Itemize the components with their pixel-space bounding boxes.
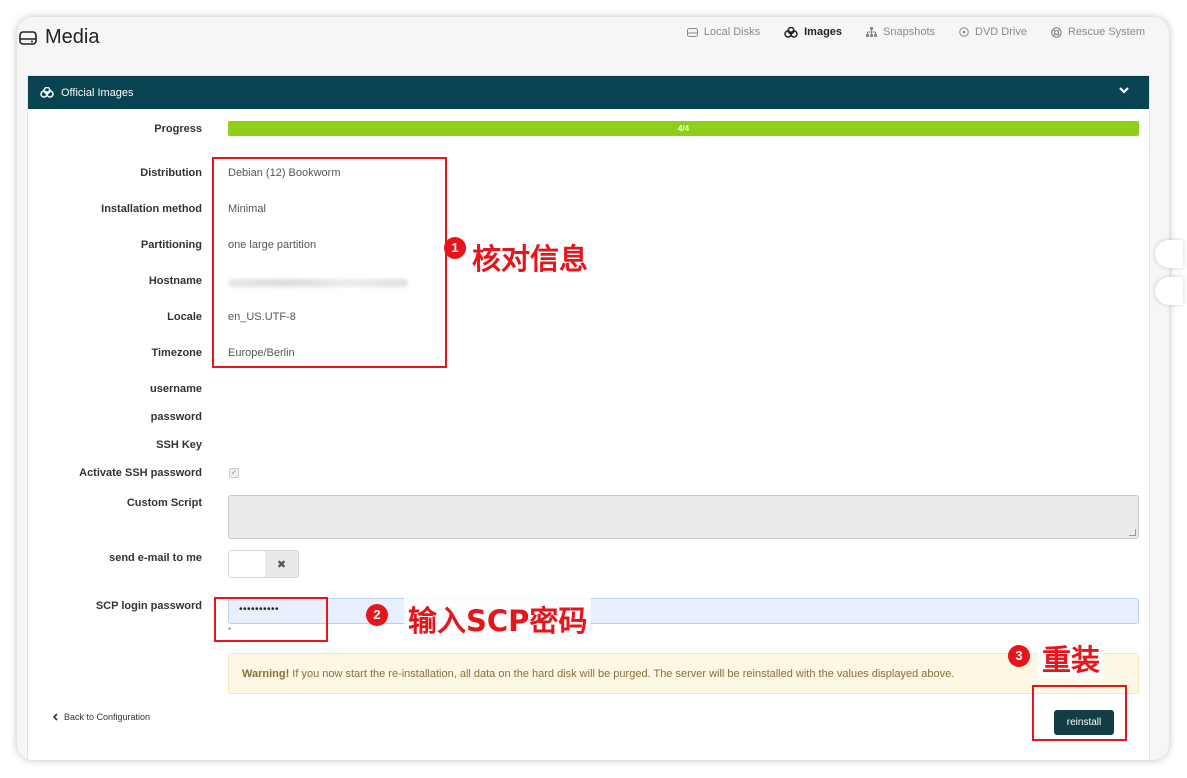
side-widget-grid[interactable] — [1155, 240, 1183, 268]
field-label: Partitioning — [140, 239, 202, 251]
tab-snapshots[interactable]: Snapshots — [866, 26, 935, 38]
panel-title: Official Images — [61, 86, 134, 99]
annotation-box-2 — [214, 597, 328, 642]
annotation-text-1: 核对信息 — [472, 236, 589, 278]
custom-script-textarea[interactable] — [228, 495, 1139, 539]
username-label: username — [150, 383, 202, 395]
hard-drive-icon — [19, 30, 37, 45]
back-label: Back to Configuration — [64, 712, 151, 722]
custom-script-label: Custom Script — [126, 497, 202, 509]
progress-text: 4/4 — [677, 124, 690, 133]
tab-label: Images — [804, 26, 843, 38]
tab-images[interactable]: Images — [784, 26, 842, 38]
lifebuoy-icon — [1051, 26, 1062, 38]
images-icon — [784, 26, 798, 38]
annotation-text-3: 重装 — [1038, 637, 1105, 679]
password-label: password — [150, 411, 202, 423]
tab-local-disks[interactable]: Local Disks — [686, 26, 761, 38]
side-widget-avatar[interactable] — [1155, 277, 1183, 305]
scp-password-input[interactable]: •••••••••• — [228, 598, 1139, 624]
official-images-panel: Official Images Progress 4/4 Distributio… — [27, 75, 1150, 760]
warning-text: If you now start the re-installation, al… — [289, 668, 955, 680]
toggle-on-side — [229, 551, 265, 577]
panel-header[interactable]: Official Images — [28, 76, 1149, 109]
warning-alert: Warning! If you now start the re-install… — [228, 653, 1139, 694]
scp-password-label: SCP login password — [95, 600, 202, 612]
page-header: Media Local Disks Images Snapshots DVD D… — [17, 17, 1169, 75]
annotation-box-1 — [212, 157, 447, 368]
tab-dvd-drive[interactable]: DVD Drive — [959, 26, 1027, 38]
field-label: Timezone — [151, 347, 202, 359]
field-label: Installation method — [101, 203, 202, 215]
activate-ssh-password-checkbox[interactable]: ✓ — [229, 468, 239, 478]
images-icon — [40, 87, 54, 98]
field-label: Locale — [167, 311, 202, 323]
disk-icon — [686, 27, 698, 37]
annotation-badge-3: 3 — [1008, 645, 1030, 667]
chevron-down-icon[interactable] — [1118, 85, 1130, 95]
tab-rescue-system[interactable]: Rescue System — [1051, 26, 1145, 38]
annotation-text-2: 输入SCP密码 — [404, 598, 592, 640]
app-window: Media Local Disks Images Snapshots DVD D… — [17, 17, 1169, 760]
tab-label: Local Disks — [703, 26, 761, 38]
annotation-badge-2: 2 — [366, 604, 388, 626]
page-title-text: Media — [45, 26, 100, 48]
annotation-badge-1: 1 — [444, 237, 466, 259]
page-title: Media — [19, 26, 99, 49]
tab-label: Snapshots — [883, 26, 936, 38]
warning-title: Warning! — [242, 668, 290, 680]
sitemap-icon — [866, 27, 878, 37]
send-email-toggle[interactable]: ✖ — [228, 550, 299, 578]
progress-bar: 4/4 — [228, 121, 1139, 136]
activate-ssh-password-label: Activate SSH password — [79, 467, 202, 479]
progress-label: Progress — [154, 123, 202, 135]
tab-label: DVD Drive — [975, 26, 1027, 38]
disc-icon — [959, 27, 969, 37]
ssh-key-label: SSH Key — [156, 439, 202, 451]
back-to-configuration-link[interactable]: Back to Configuration — [52, 712, 150, 722]
tab-label: Rescue System — [1067, 26, 1145, 38]
media-tabs: Local Disks Images Snapshots DVD Drive R… — [663, 26, 1145, 38]
field-label: Distribution — [140, 167, 202, 179]
annotation-box-3 — [1032, 685, 1127, 741]
field-label: Hostname — [148, 275, 202, 287]
close-icon: ✖ — [265, 551, 298, 577]
chevron-left-icon — [52, 713, 58, 721]
send-email-label: send e-mail to me — [109, 552, 202, 564]
